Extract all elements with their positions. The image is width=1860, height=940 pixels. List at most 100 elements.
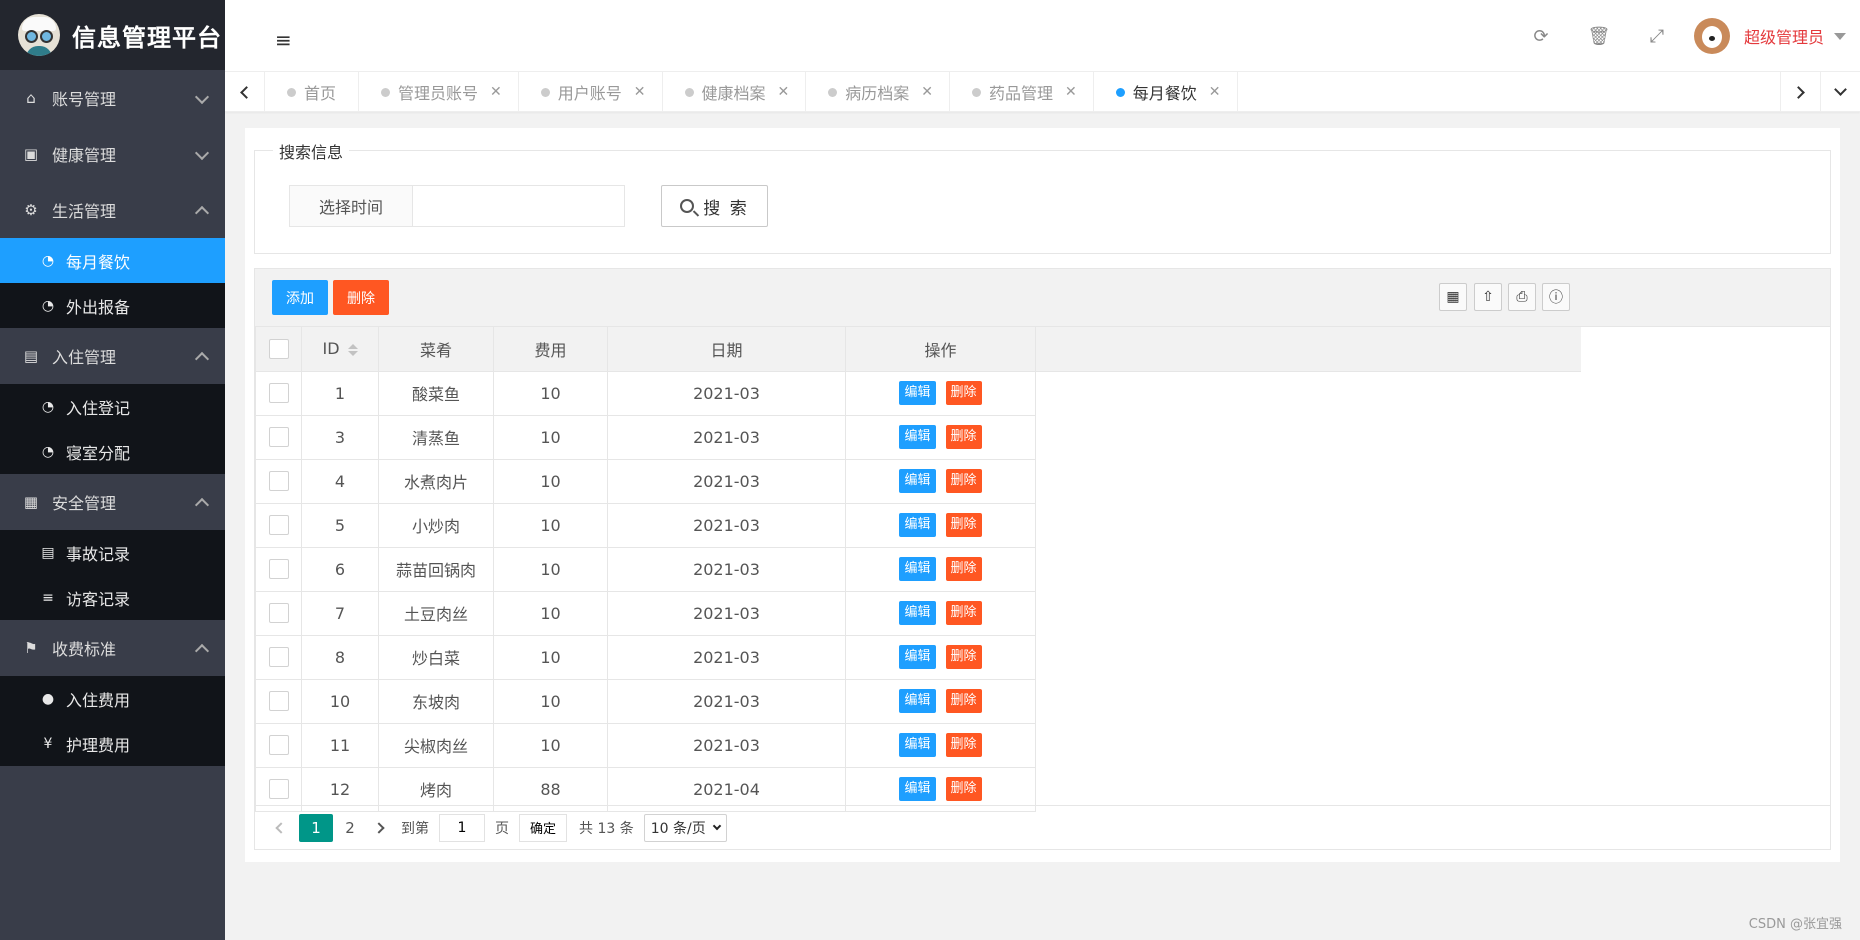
edit-button[interactable]: 编辑 (899, 645, 936, 669)
row-checkbox[interactable] (268, 427, 289, 448)
tab-close-icon[interactable]: ✕ (921, 84, 933, 100)
trash-icon[interactable]: 🗑 (1570, 26, 1628, 47)
tab-close-icon[interactable]: ✕ (1065, 84, 1077, 100)
row-checkbox[interactable] (268, 603, 289, 624)
batch-delete-button[interactable]: 删除 (333, 280, 389, 315)
sidebar-item[interactable]: ¥ 护理费用 (0, 721, 225, 766)
sidebar-group-1[interactable]: ▣ 健康管理 (0, 126, 225, 182)
row-checkbox[interactable] (268, 471, 289, 492)
search-fieldset: 搜索信息 选择时间 搜 索 (254, 139, 1831, 254)
edit-button[interactable]: 编辑 (899, 381, 936, 405)
sidebar-group-2[interactable]: ⚙ 生活管理 (0, 182, 225, 238)
sidebar-item[interactable]: ◔ 每月餐饮 (0, 238, 225, 283)
edit-button[interactable]: 编辑 (899, 557, 936, 581)
row-checkbox[interactable] (268, 559, 289, 580)
export-icon[interactable]: ⇧ (1474, 283, 1502, 311)
menu-toggle-icon[interactable]: ≡ (275, 28, 292, 52)
tab-item[interactable]: 每月餐饮 ✕ (1094, 72, 1238, 112)
row-select-cell[interactable] (255, 414, 302, 460)
sidebar-group-3[interactable]: ▤ 入住管理 (0, 328, 225, 384)
tab-prev-icon[interactable] (225, 72, 265, 112)
edit-button[interactable]: 编辑 (899, 777, 936, 801)
cell-cost: 10 (493, 634, 608, 680)
delete-button[interactable]: 删除 (945, 645, 982, 669)
edit-button[interactable]: 编辑 (899, 733, 936, 757)
tab-next-icon[interactable] (1780, 72, 1820, 112)
tab-item[interactable]: 管理员账号 ✕ (359, 72, 519, 112)
row-checkbox[interactable] (268, 647, 289, 668)
tab-close-icon[interactable]: ✕ (1209, 84, 1221, 100)
info-icon[interactable]: ⓘ (1542, 283, 1570, 311)
menu-group: ⚙ 生活管理 ◔ 每月餐饮 ◔ 外出报备 (0, 182, 225, 328)
page-1[interactable]: 1 (299, 813, 333, 842)
row-select-cell[interactable] (255, 722, 302, 768)
tab-item[interactable]: 药品管理 ✕ (950, 72, 1094, 112)
columns-icon[interactable]: ▦ (1439, 283, 1467, 311)
cell-actions: 编辑 删除 (845, 678, 1036, 724)
page-prev-icon[interactable] (269, 814, 293, 842)
edit-button[interactable]: 编辑 (899, 689, 936, 713)
tab-list: 首页 管理员账号 ✕ 用户账号 ✕ 健康档案 ✕ 病历档案 ✕ 药品管理 ✕ 每月餐饮 ✕ (265, 72, 1238, 112)
sidebar-group-5[interactable]: ⚑ 收费标准 (0, 620, 225, 676)
delete-button[interactable]: 删除 (945, 513, 982, 537)
delete-button[interactable]: 删除 (945, 777, 982, 801)
fullscreen-icon[interactable]: ⤢ (1628, 26, 1686, 47)
sidebar-item[interactable]: ◔ 寝室分配 (0, 429, 225, 474)
row-select-cell[interactable] (255, 590, 302, 636)
edit-button[interactable]: 编辑 (899, 513, 936, 537)
sidebar-item[interactable]: ◔ 入住登记 (0, 384, 225, 429)
page-2[interactable]: 2 (333, 814, 367, 842)
sidebar-item[interactable]: ≡ 访客记录 (0, 575, 225, 620)
select-all-checkbox[interactable] (268, 339, 289, 359)
row-checkbox[interactable] (268, 691, 289, 712)
sidebar-item[interactable]: ◔ 外出报备 (0, 283, 225, 328)
edit-button[interactable]: 编辑 (899, 425, 936, 449)
delete-button[interactable]: 删除 (945, 733, 982, 757)
row-select-cell[interactable] (255, 458, 302, 504)
time-input[interactable] (413, 185, 625, 227)
tab-close-icon[interactable]: ✕ (490, 84, 502, 100)
page-size-select[interactable]: 10 条/页 (643, 813, 727, 842)
goto-input[interactable] (439, 813, 485, 842)
sidebar-item[interactable]: ● 入住费用 (0, 676, 225, 721)
row-select-cell[interactable] (255, 546, 302, 592)
row-checkbox[interactable] (268, 515, 289, 536)
delete-button[interactable]: 删除 (945, 469, 982, 493)
avatar[interactable] (1693, 18, 1730, 54)
row-checkbox[interactable] (268, 735, 289, 756)
delete-button[interactable]: 删除 (945, 689, 982, 713)
edit-button[interactable]: 编辑 (899, 469, 936, 493)
tab-item[interactable]: 用户账号 ✕ (519, 72, 663, 112)
tab-close-icon[interactable]: ✕ (634, 84, 646, 100)
sort-icon[interactable] (347, 343, 358, 356)
delete-button[interactable]: 删除 (945, 381, 982, 405)
tab-close-icon[interactable]: ✕ (778, 84, 790, 100)
print-icon[interactable]: ⎙ (1508, 283, 1536, 311)
row-select-cell[interactable] (255, 370, 302, 416)
add-button[interactable]: 添加 (272, 280, 328, 315)
delete-button[interactable]: 删除 (945, 601, 982, 625)
page-next-icon[interactable] (367, 814, 391, 842)
tab-dropdown-icon[interactable] (1820, 72, 1860, 112)
row-select-cell[interactable] (255, 634, 302, 680)
row-select-cell[interactable] (255, 502, 302, 548)
row-checkbox[interactable] (268, 779, 289, 800)
col-id[interactable]: ID (301, 327, 379, 372)
sidebar-group-0[interactable]: ⌂ 账号管理 (0, 70, 225, 126)
delete-button[interactable]: 删除 (945, 557, 982, 581)
tab-item[interactable]: 病历档案 ✕ (806, 72, 951, 112)
tab-item[interactable]: 健康档案 ✕ (663, 72, 807, 112)
row-checkbox[interactable] (268, 383, 289, 404)
tab-item[interactable]: 首页 (265, 72, 360, 112)
row-select-cell[interactable] (255, 678, 302, 724)
select-all-cell[interactable] (255, 327, 302, 372)
delete-button[interactable]: 删除 (945, 425, 982, 449)
user-caret-icon[interactable] (1834, 32, 1846, 40)
goto-confirm-button[interactable]: 确定 (519, 813, 568, 842)
search-button[interactable]: 搜 索 (661, 185, 768, 227)
sidebar-item[interactable]: ▤ 事故记录 (0, 530, 225, 575)
username[interactable]: 超级管理员 (1744, 24, 1824, 48)
sidebar-group-4[interactable]: ▦ 安全管理 (0, 474, 225, 530)
edit-button[interactable]: 编辑 (899, 601, 936, 625)
refresh-icon[interactable]: ⟳ (1512, 26, 1570, 47)
